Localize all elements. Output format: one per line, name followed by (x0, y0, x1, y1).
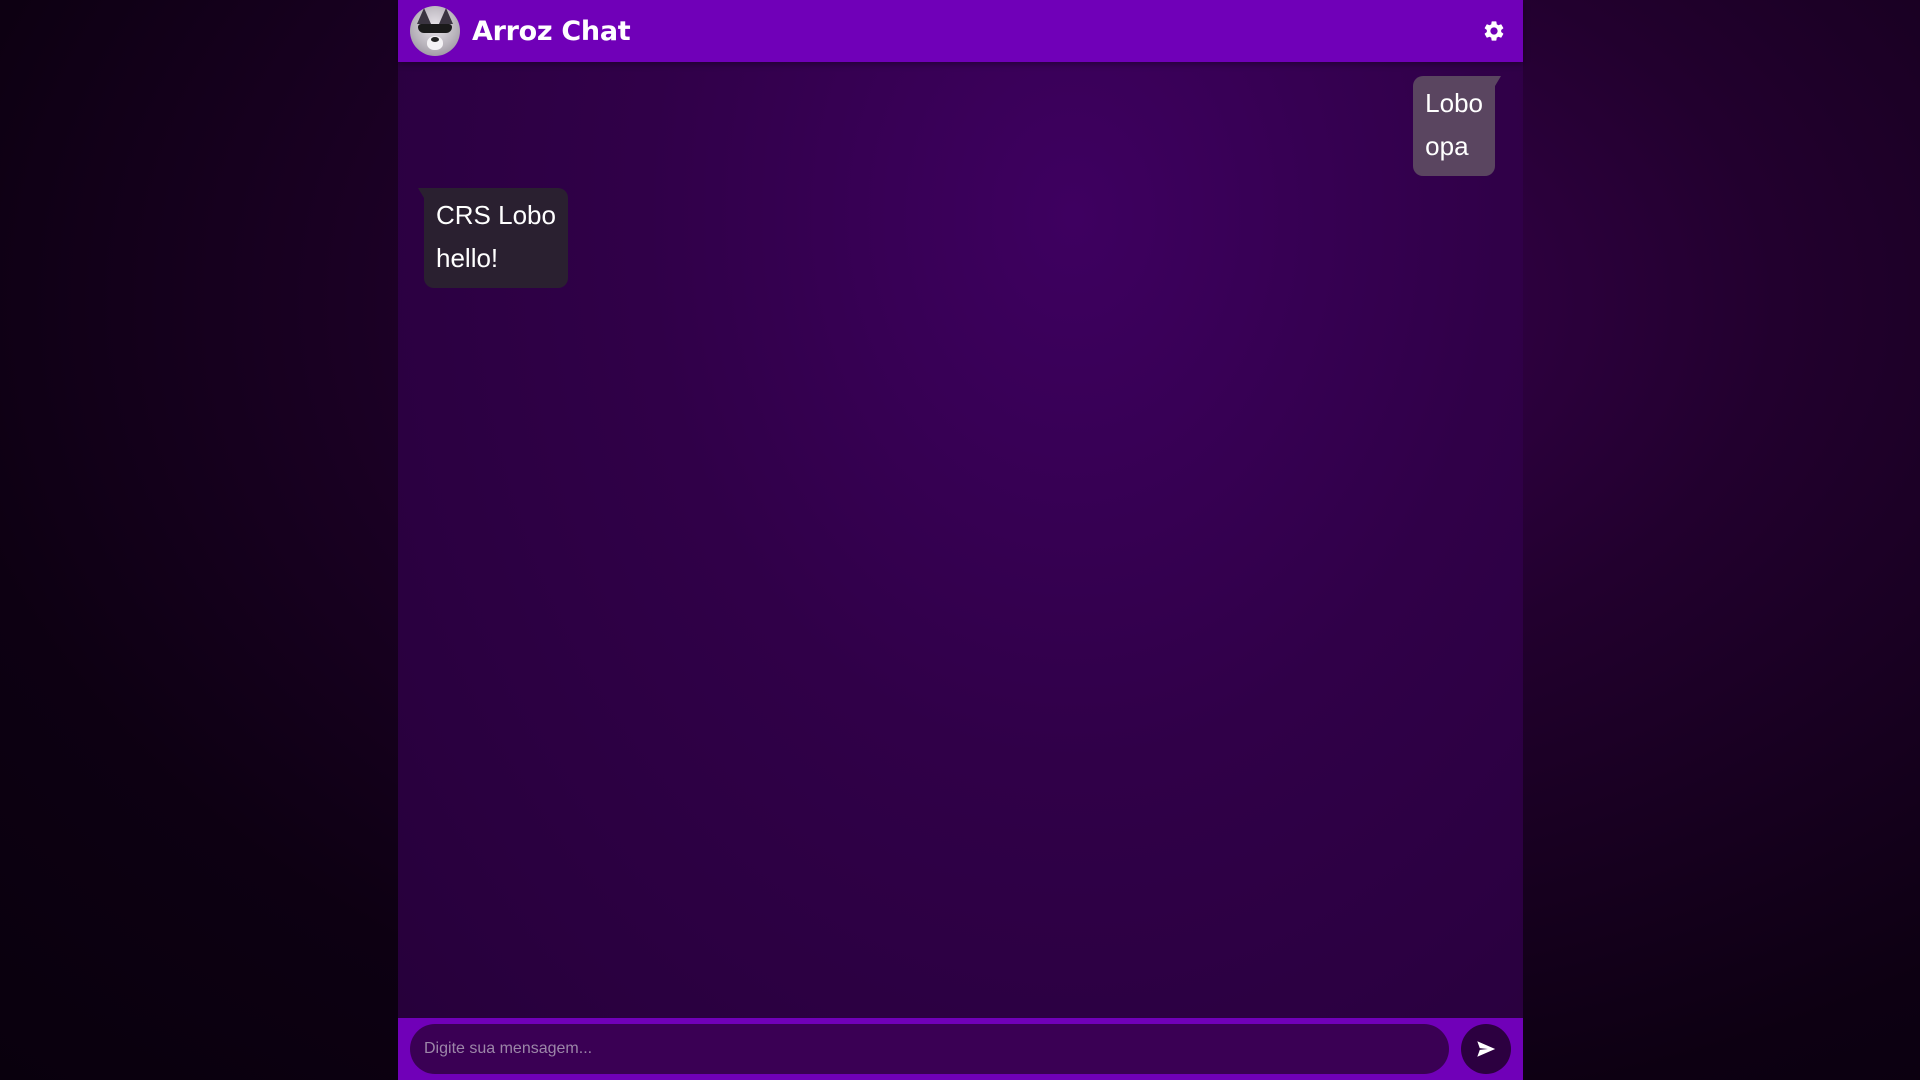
message-bubble-own: Lobo opa (1413, 76, 1501, 176)
avatar-ear-left (417, 8, 431, 24)
message-list: Lobo opa CRS Lobo hello! (398, 62, 1523, 1018)
gear-icon (1484, 21, 1504, 41)
avatar-sunglasses (418, 24, 452, 33)
settings-button[interactable] (1479, 16, 1509, 46)
avatar-ear-right (439, 8, 453, 24)
send-icon (1477, 1041, 1496, 1057)
avatar (410, 6, 460, 56)
message-text: opa (1425, 131, 1469, 161)
message-input[interactable] (410, 1024, 1449, 1074)
app-header: Arroz Chat (398, 0, 1523, 62)
avatar-nose (431, 37, 439, 42)
message-sender: Lobo (1425, 88, 1483, 118)
message-text: hello! (436, 243, 499, 273)
message-composer (398, 1018, 1523, 1080)
app-title: Arroz Chat (472, 15, 631, 47)
send-button[interactable] (1461, 1024, 1511, 1074)
message-bubble-other: CRS Lobo hello! (418, 188, 568, 288)
message-sender: CRS Lobo (436, 200, 556, 230)
chat-app: Arroz Chat Lobo opa CRS Lobo hello! (398, 0, 1523, 1080)
